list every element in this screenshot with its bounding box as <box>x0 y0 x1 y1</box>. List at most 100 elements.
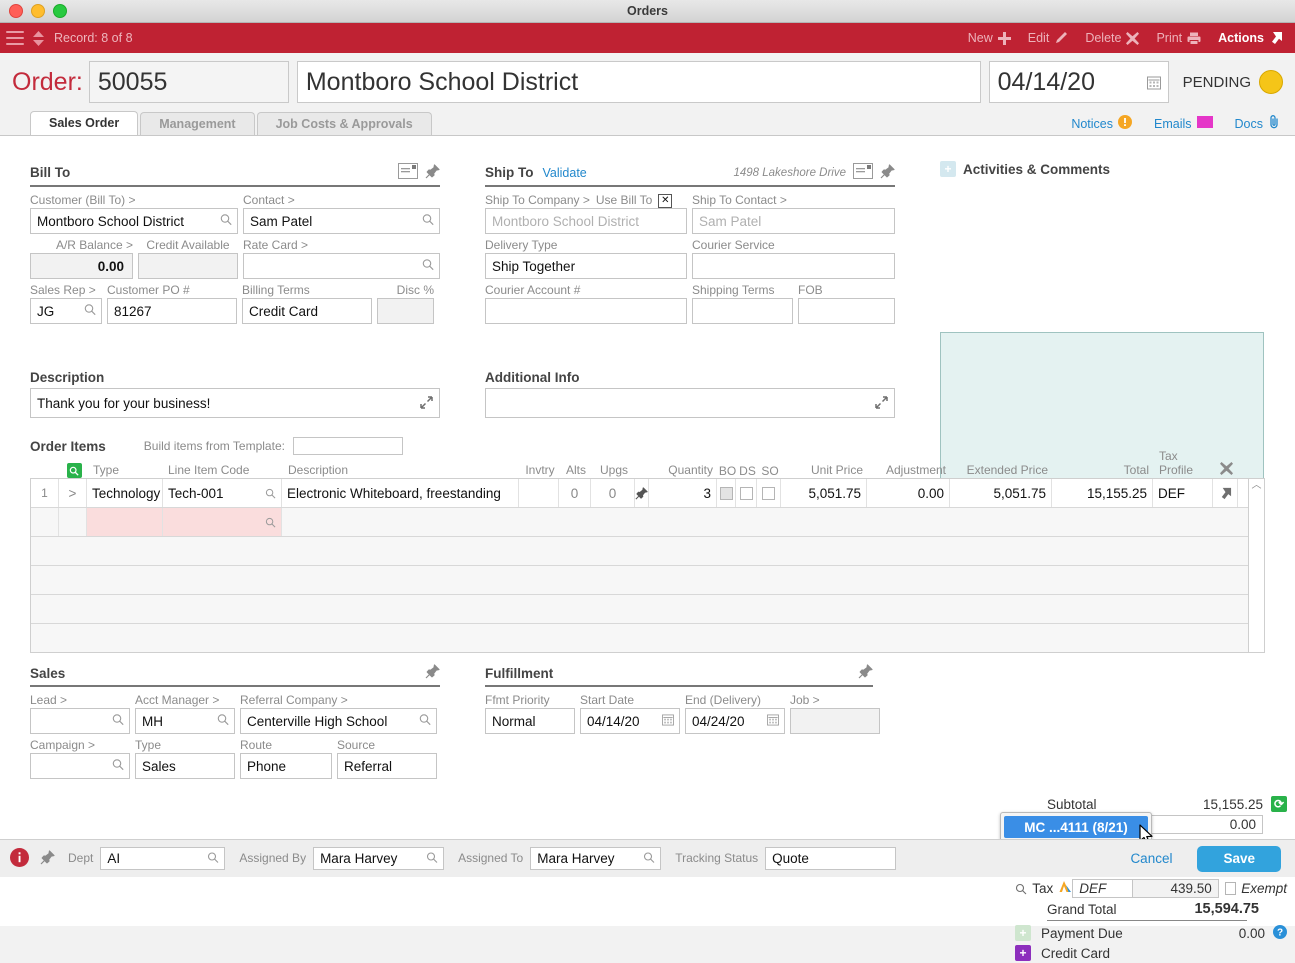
record-navigation-icon[interactable] <box>32 30 45 47</box>
menu-icon[interactable] <box>6 31 24 45</box>
add-activity-icon[interactable]: + <box>940 161 956 177</box>
table-row-empty[interactable] <box>31 623 1248 652</box>
so-checkbox[interactable] <box>762 486 775 500</box>
search-icon[interactable] <box>112 714 124 729</box>
lead-input[interactable] <box>30 708 130 734</box>
use-bill-to-checkbox[interactable]: ✕ <box>658 193 673 208</box>
search-icon[interactable] <box>265 487 276 502</box>
search-icon[interactable] <box>220 214 232 229</box>
adjustment-input[interactable]: 0.00 <box>1140 814 1263 834</box>
campaign-input[interactable] <box>30 753 130 779</box>
expand-icon[interactable] <box>875 396 888 412</box>
pin-icon[interactable] <box>880 163 895 182</box>
referral-company-input[interactable]: Centerville High School <box>240 708 437 734</box>
recalculate-icon[interactable]: ⟳ <box>1271 796 1287 812</box>
contact-input[interactable]: Sam Patel <box>243 208 440 234</box>
ship-to-contact-input[interactable]: Sam Patel <box>692 208 895 234</box>
delete-button[interactable]: Delete <box>1085 31 1140 45</box>
row-action-icon[interactable] <box>1213 479 1238 507</box>
cell-unit-price[interactable]: 5,051.75 <box>781 479 867 507</box>
tab-job-costs-approvals[interactable]: Job Costs & Approvals <box>256 112 432 135</box>
shipping-terms-input[interactable] <box>692 298 793 324</box>
fob-input[interactable] <box>798 298 895 324</box>
acct-manager-input[interactable]: MH <box>135 708 235 734</box>
bo-checkbox[interactable] <box>719 486 733 500</box>
row-expand-icon[interactable]: > <box>69 486 77 501</box>
route-input[interactable]: Phone <box>240 753 332 779</box>
billing-terms-input[interactable]: Credit Card <box>242 298 372 324</box>
credit-card-option[interactable]: MC ...4111 (8/21) <box>1004 816 1148 838</box>
table-row-new[interactable] <box>31 507 1248 536</box>
pin-icon[interactable] <box>858 664 873 682</box>
start-date-input[interactable]: 04/14/20 <box>580 708 680 734</box>
calendar-icon[interactable] <box>1146 68 1161 97</box>
cell-line-item-code-new[interactable] <box>163 508 282 536</box>
rate-card-input[interactable] <box>243 253 440 279</box>
table-row-empty[interactable] <box>31 594 1248 623</box>
help-icon[interactable]: ? <box>1273 924 1287 942</box>
sales-type-input[interactable]: Sales <box>135 753 235 779</box>
ffmt-priority-input[interactable]: Normal <box>485 708 575 734</box>
tab-management[interactable]: Management <box>140 112 255 135</box>
add-credit-card-icon[interactable]: + <box>1015 945 1031 961</box>
delivery-type-input[interactable]: Ship Together <box>485 253 687 279</box>
customer-po-input[interactable]: 81267 <box>107 298 237 324</box>
description-input[interactable]: Thank you for your business! <box>30 388 440 418</box>
sales-rep-input[interactable]: JG <box>30 298 102 324</box>
pin-icon[interactable] <box>40 849 55 868</box>
search-icon[interactable] <box>426 851 438 866</box>
actions-button[interactable]: Actions <box>1218 31 1283 45</box>
cell-type[interactable]: Technology <box>87 479 163 507</box>
calendar-icon[interactable] <box>767 714 779 729</box>
edit-button[interactable]: Edit <box>1028 31 1069 45</box>
order-number-field[interactable]: 50055 <box>88 61 289 103</box>
source-input[interactable]: Referral <box>337 753 437 779</box>
assigned-to-input[interactable]: Mara Harvey <box>530 847 662 870</box>
search-icon[interactable] <box>422 214 434 229</box>
cell-quantity[interactable]: 3 <box>649 479 717 507</box>
search-icon[interactable] <box>265 516 276 531</box>
search-icon[interactable] <box>207 851 219 866</box>
table-row[interactable]: 1 > Technology Tech-001 Electronic White… <box>31 479 1248 507</box>
tax-search-icon[interactable] <box>1015 883 1032 895</box>
emails-link[interactable]: Emails <box>1154 116 1213 131</box>
print-button[interactable]: Print <box>1156 31 1201 45</box>
end-delivery-input[interactable]: 04/24/20 <box>685 708 785 734</box>
pin-icon[interactable] <box>425 664 440 682</box>
table-row-empty[interactable] <box>31 565 1248 594</box>
search-icon[interactable] <box>422 259 434 274</box>
dept-input[interactable]: AI <box>100 847 226 870</box>
tracking-status-input[interactable]: Quote <box>765 847 897 870</box>
chevron-up-icon[interactable]: ︿ <box>1252 479 1262 493</box>
cell-tax-profile[interactable]: DEF <box>1153 479 1213 507</box>
template-input[interactable] <box>292 437 403 455</box>
notes-icon[interactable] <box>398 163 418 182</box>
calendar-icon[interactable] <box>662 714 674 729</box>
info-icon[interactable] <box>10 847 29 870</box>
row-pin-icon[interactable] <box>635 479 649 507</box>
tax-code-input[interactable]: DEF <box>1072 879 1133 898</box>
notes-icon[interactable] <box>853 163 873 182</box>
add-payment-icon[interactable]: + <box>1015 925 1031 941</box>
save-button[interactable]: Save <box>1197 845 1281 872</box>
job-input[interactable] <box>790 708 880 734</box>
validate-link[interactable]: Validate <box>543 166 587 180</box>
new-button[interactable]: New <box>968 31 1011 45</box>
credit-card-dropdown[interactable]: MC ...4111 (8/21) <box>1000 812 1152 842</box>
cell-line-item-code[interactable]: Tech-001 <box>163 479 282 507</box>
close-grid-icon[interactable] <box>1220 462 1233 478</box>
pin-icon[interactable] <box>425 163 440 182</box>
table-row-empty[interactable] <box>31 536 1248 565</box>
order-date-field[interactable]: 04/14/20 <box>988 61 1169 103</box>
notices-link[interactable]: Notices <box>1071 115 1132 132</box>
cell-type-new[interactable] <box>87 508 163 536</box>
customer-bill-to-input[interactable]: Montboro School District <box>30 208 238 234</box>
assigned-by-input[interactable]: Mara Harvey <box>313 847 445 870</box>
exempt-checkbox[interactable] <box>1224 882 1237 895</box>
cell-description[interactable]: Electronic Whiteboard, freestanding <box>282 479 519 507</box>
cell-adjustment[interactable]: 0.00 <box>867 479 950 507</box>
ds-checkbox[interactable] <box>739 486 753 500</box>
additional-info-input[interactable] <box>485 388 895 418</box>
cancel-button[interactable]: Cancel <box>1130 851 1172 866</box>
tab-sales-order[interactable]: Sales Order <box>30 111 139 135</box>
